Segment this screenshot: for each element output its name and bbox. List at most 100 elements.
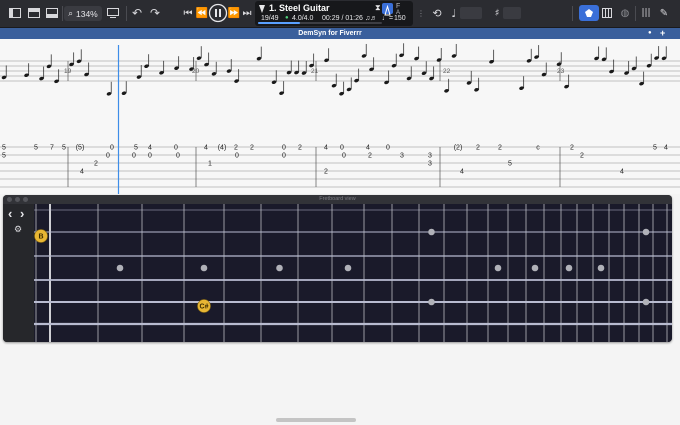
- undo-icon[interactable]: ↶: [130, 5, 144, 21]
- tab-number[interactable]: 2: [298, 145, 302, 152]
- tab-number[interactable]: 2: [580, 153, 584, 160]
- loop-icon[interactable]: ⟲: [430, 5, 444, 21]
- tab-number[interactable]: 2: [250, 145, 254, 152]
- tab-number[interactable]: 2: [324, 169, 328, 176]
- tab-number[interactable]: 0: [106, 153, 110, 160]
- tab-number[interactable]: 0: [148, 153, 152, 160]
- tab-number[interactable]: 0: [386, 145, 390, 152]
- tab-number[interactable]: 0: [174, 145, 178, 152]
- measure-number: 23: [557, 68, 565, 75]
- layout-icon[interactable]: [27, 5, 41, 21]
- tab-number[interactable]: 3: [428, 161, 432, 168]
- tab-number[interactable]: 2: [234, 145, 238, 152]
- tab-number[interactable]: 7: [50, 145, 54, 152]
- tempo-value[interactable]: 150: [394, 15, 406, 22]
- tab-number[interactable]: 5: [2, 145, 6, 152]
- tab-number[interactable]: 4: [80, 169, 84, 176]
- forward-icon[interactable]: ⏩: [228, 5, 240, 21]
- tab-number[interactable]: 4: [664, 145, 668, 152]
- bottom-flag: A: [396, 10, 401, 16]
- tab-number[interactable]: 0: [340, 145, 344, 152]
- tab-number[interactable]: 4: [148, 145, 152, 152]
- tab-number[interactable]: 5: [34, 145, 38, 152]
- tab-number[interactable]: (5): [76, 145, 85, 152]
- tab-number[interactable]: 0: [282, 153, 286, 160]
- last-icon[interactable]: ⏭: [241, 5, 253, 21]
- tab-number[interactable]: 2: [498, 145, 502, 152]
- zoom-icon: ⌕: [68, 8, 73, 18]
- tab-number[interactable]: 4: [324, 145, 328, 152]
- chevron-right-icon[interactable]: ›: [20, 207, 24, 220]
- tab-number[interactable]: 4: [204, 145, 208, 152]
- first-icon[interactable]: ⏮: [182, 5, 194, 21]
- fretboard[interactable]: B C#: [34, 204, 672, 342]
- tab-number[interactable]: 2: [94, 161, 98, 168]
- tab-number[interactable]: 2: [368, 153, 372, 160]
- fretboard-note[interactable]: B: [34, 229, 48, 243]
- hourglass-icon: ⧗: [375, 3, 381, 12]
- tab-number[interactable]: 0: [235, 153, 239, 160]
- pitch-icon[interactable]: ♯: [490, 5, 504, 21]
- zoom-control[interactable]: ⌕ 134%: [64, 6, 102, 21]
- pause-button[interactable]: [208, 3, 228, 23]
- edit-icon[interactable]: ✎: [658, 5, 670, 21]
- more-icon[interactable]: ⋮: [416, 5, 426, 21]
- tab-number[interactable]: 5: [653, 145, 657, 152]
- note-icon[interactable]: ♩: [448, 5, 460, 21]
- tab-number[interactable]: 0: [110, 145, 114, 152]
- fretboard-drawing: B C#: [34, 204, 672, 342]
- gear-icon[interactable]: ⚙: [14, 225, 22, 234]
- fretboard-icon[interactable]: [601, 5, 613, 21]
- guitar-pick-icon: [259, 5, 265, 13]
- playback-progress-track[interactable]: [258, 22, 382, 24]
- fret-marker: [642, 298, 650, 306]
- tab-number[interactable]: 1: [208, 161, 212, 168]
- time-display: 00:29 / 01:26: [322, 15, 363, 22]
- fretboard-sidebar: ‹ › ⚙: [3, 204, 33, 342]
- tab-number[interactable]: 0: [342, 153, 346, 160]
- tab-number[interactable]: 3: [428, 153, 432, 160]
- tab-number[interactable]: 0: [132, 153, 136, 160]
- horizontal-scrollbar[interactable]: [276, 418, 356, 422]
- tab-number[interactable]: c: [536, 145, 540, 152]
- panel-bottom-icon[interactable]: [45, 5, 59, 21]
- tab-number[interactable]: 2: [476, 145, 480, 152]
- add-tab-button[interactable]: +: [660, 28, 665, 39]
- tab-number[interactable]: 5: [134, 145, 138, 152]
- tab-number[interactable]: 4: [460, 169, 464, 176]
- mixer-icon[interactable]: |||: [640, 5, 652, 21]
- track-title[interactable]: 1. Steel Guitar: [269, 3, 330, 13]
- fret-marker: [344, 264, 352, 272]
- metronome-button[interactable]: [382, 3, 393, 16]
- tab-number[interactable]: 5: [62, 145, 66, 152]
- tab-number[interactable]: 2: [570, 145, 574, 152]
- tab-number[interactable]: 5: [508, 161, 512, 168]
- standard-staff: [0, 60, 680, 82]
- tab-number[interactable]: 0: [176, 153, 180, 160]
- fretboard-note[interactable]: C#: [197, 299, 211, 313]
- tab-number[interactable]: 5: [2, 153, 6, 160]
- pitch-field[interactable]: [503, 7, 521, 19]
- tab-number[interactable]: 4: [366, 145, 370, 152]
- score-view[interactable]: 5 5 7 5 (5) 0 5 4 0 4 (4) 2 2 0 2 4 0 4 0 (2) 2 2 c 2 5 4 5 0 0 0 0 0 0 0…: [0, 39, 680, 194]
- rewind-icon[interactable]: ⏪: [196, 5, 208, 21]
- tab-number[interactable]: 4: [620, 169, 624, 176]
- speed-field[interactable]: [460, 7, 482, 19]
- main-toolbar: ⌕ 134% ↶ ↷ ⏮ ⏪ ⏩ ⏭ 1. Steel Guitar 19/49…: [0, 0, 680, 28]
- fretboard-title: Fretboard view: [319, 196, 356, 202]
- instrument-view-icon[interactable]: [579, 5, 599, 21]
- panel-left-icon[interactable]: [8, 5, 22, 21]
- measure-number: 20: [192, 68, 200, 75]
- tab-number[interactable]: (2): [454, 145, 463, 152]
- fret-marker: [565, 264, 573, 272]
- screen-mode-icon[interactable]: [106, 5, 120, 21]
- document-title-bar: DemSyn for Fiverrr ● +: [0, 28, 680, 39]
- guitar-icon[interactable]: ◍: [619, 5, 631, 21]
- tab-number[interactable]: 3: [400, 153, 404, 160]
- pause-icon: [208, 3, 228, 23]
- tab-number[interactable]: (4): [218, 145, 227, 152]
- redo-icon[interactable]: ↷: [148, 5, 162, 21]
- tab-dot-icon: ●: [648, 30, 652, 36]
- tab-number[interactable]: 0: [282, 145, 286, 152]
- chevron-left-icon[interactable]: ‹: [8, 207, 12, 220]
